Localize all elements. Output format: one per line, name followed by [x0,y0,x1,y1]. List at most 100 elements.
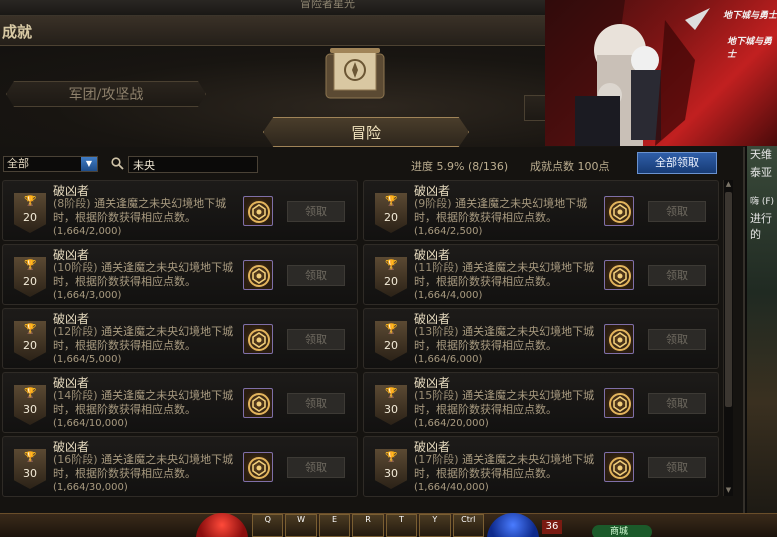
achievement-progress: (1,664/2,000) [53,226,122,237]
achievement-progress: (1,664/40,000) [414,482,489,493]
achievement-card: 🏆 20 破凶者 (10阶段) 通关逢魔之未央幻境地下城时，根据阶数获得相应点数… [2,244,358,305]
achievement-card: 🏆 30 破凶者 (14阶段) 通关逢魔之未央幻境地下城时，根据阶数获得相应点数… [2,372,358,433]
reward-emblem-icon [248,457,270,479]
achievement-progress: (1,664/4,000) [414,290,483,301]
reward-box[interactable] [243,388,273,418]
reward-emblem-icon [248,393,270,415]
scroll-up-icon[interactable]: ▲ [724,180,733,190]
tab-legion-raid[interactable]: 军团/攻坚战 [6,81,206,107]
window-title: 冒险者星光 [300,0,355,10]
tab-adventure[interactable]: 冒险 [263,117,469,147]
scroll-down-icon[interactable]: ▼ [724,486,733,496]
achievement-desc: (14阶段) 通关逢魔之未央幻境地下城时，根据阶数获得相应点数。 [53,389,238,417]
promo-characters-image [545,0,710,146]
achievement-card: 🏆 20 破凶者 (8阶段) 通关逢魔之未央幻境地下城时，根据阶数获得相应点数。… [2,180,358,241]
claim-button[interactable]: 领取 [287,329,345,350]
achievement-badge: 🏆 30 [14,449,46,489]
reward-box[interactable] [604,196,634,226]
achievement-stage: (9阶段) [414,197,452,210]
claim-button[interactable]: 领取 [648,329,706,350]
claim-button[interactable]: 领取 [287,201,345,222]
category-dropdown[interactable]: 全部 ▼ [3,156,98,172]
achievement-card: 🏆 30 破凶者 (17阶段) 通关逢魔之未央幻境地下城时，根据阶数获得相应点数… [363,436,719,497]
claim-all-button[interactable]: 全部领取 [637,152,717,174]
skill-slot[interactable]: E [318,514,351,537]
reward-box[interactable] [243,260,273,290]
reward-emblem-icon [609,329,631,351]
achievement-progress: (1,664/3,000) [53,290,122,301]
trophy-icon: 🏆 [24,452,37,463]
achievement-desc: (15阶段) 通关逢魔之未央幻境地下城时，根据阶数获得相应点数。 [414,389,599,417]
badge-points: 20 [384,275,398,288]
achievement-badge: 🏆 20 [375,193,407,233]
reward-box[interactable] [243,452,273,482]
claim-button[interactable]: 领取 [287,393,345,414]
achievement-card: 🏆 20 破凶者 (9阶段) 通关逢魔之未央幻境地下城时，根据阶数获得相应点数。… [363,180,719,241]
achievement-desc: (16阶段) 通关逢魔之未央幻境地下城时，根据阶数获得相应点数。 [53,453,238,481]
achievement-progress: (1,664/20,000) [414,418,489,429]
achievement-badge: 🏆 30 [14,385,46,425]
trophy-icon: 🏆 [385,260,398,271]
reward-box[interactable] [243,196,273,226]
reward-box[interactable] [604,388,634,418]
claim-button[interactable]: 领取 [287,265,345,286]
achievement-desc: (13阶段) 通关逢魔之未央幻境地下城时，根据阶数获得相应点数。 [414,325,599,353]
level-badge: 36 [542,520,562,534]
chevron-down-icon[interactable]: ▼ [81,157,97,171]
claim-button[interactable]: 领取 [287,457,345,478]
category-value: 全部 [7,157,29,170]
achievement-badge: 🏆 20 [375,257,407,297]
scrollbar-thumb[interactable] [725,192,732,407]
skill-slot[interactable]: Y [419,514,451,537]
achievement-stage: (15阶段) [414,389,459,402]
achievement-card: 🏆 20 破凶者 (12阶段) 通关逢魔之未央幻境地下城时，根据阶数获得相应点数… [2,308,358,369]
reward-box[interactable] [604,324,634,354]
skill-slot[interactable]: Q [252,514,284,537]
achievement-stage: (12阶段) [53,325,98,338]
claim-button[interactable]: 领取 [648,201,706,222]
achievement-points: 成就点数 100点 [530,160,610,173]
claim-button[interactable]: 领取 [648,393,706,414]
achievement-card: 🏆 30 破凶者 (15阶段) 通关逢魔之未央幻境地下城时，根据阶数获得相应点数… [363,372,719,433]
trophy-icon: 🏆 [385,324,398,335]
achievement-stage: (17阶段) [414,453,459,466]
badge-points: 30 [384,403,398,416]
claim-button[interactable]: 领取 [648,457,706,478]
achievement-desc: (11阶段) 通关逢魔之未央幻境地下城时，根据阶数获得相应点数。 [414,261,599,289]
reward-box[interactable] [243,324,273,354]
achievement-progress: (1,664/10,000) [53,418,128,429]
search-input[interactable] [128,156,258,173]
reward-emblem-icon [248,201,270,223]
achievement-stage: (14阶段) [53,389,98,402]
achievement-stage: (13阶段) [414,325,459,338]
reward-box[interactable] [604,452,634,482]
reward-emblem-icon [248,329,270,351]
achievement-stage: (10阶段) [53,261,98,274]
skill-slot[interactable]: T [385,514,418,537]
reward-emblem-icon [248,265,270,287]
achievement-stage: (16阶段) [53,453,98,466]
reward-box[interactable] [604,260,634,290]
skill-slot[interactable]: W [285,514,317,537]
skill-slot[interactable]: Ctrl [452,514,484,537]
achievement-card: 🏆 30 破凶者 (16阶段) 通关逢魔之未央幻境地下城时，根据阶数获得相应点数… [2,436,358,497]
progress-text: 进度 5.9% (8/136) [411,160,509,173]
search-icon[interactable] [111,157,124,170]
claim-button[interactable]: 领取 [648,265,706,286]
side-text-1: 天维 [750,148,772,161]
reward-emblem-icon [609,457,631,479]
promo-logo-1: 地下城与勇士 [723,11,777,21]
scrollbar[interactable]: ▲ ▼ [723,180,733,496]
reward-emblem-icon [609,393,631,415]
achievement-stage: (8阶段) [53,197,91,210]
achievement-badge: 🏆 20 [375,321,407,361]
badge-points: 30 [23,403,37,416]
promo-logo-2: 地下城与勇士 [727,37,773,60]
achievement-desc: (17阶段) 通关逢魔之未央幻境地下城时，根据阶数获得相应点数。 [414,453,599,481]
skill-slot[interactable]: R [352,514,384,537]
achievement-badge: 🏆 30 [375,449,407,489]
shop-button[interactable]: 商城 [592,525,652,537]
badge-points: 20 [384,339,398,352]
trophy-icon: 🏆 [385,452,398,463]
achievement-desc: (10阶段) 通关逢魔之未央幻境地下城时，根据阶数获得相应点数。 [53,261,238,289]
